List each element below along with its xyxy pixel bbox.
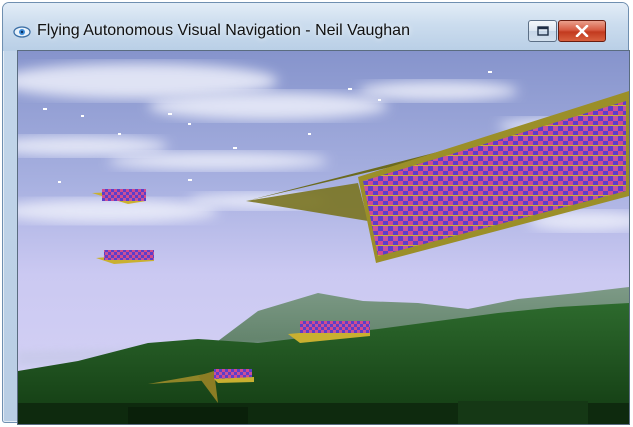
close-button[interactable] [558, 20, 606, 42]
restore-icon [536, 26, 549, 36]
eye-icon[interactable] [13, 25, 31, 39]
window-title: Flying Autonomous Visual Navigation - Ne… [37, 22, 410, 39]
title-bar[interactable]: Flying Autonomous Visual Navigation - Ne… [3, 3, 628, 51]
close-icon [575, 25, 589, 37]
app-window: Flying Autonomous Visual Navigation - Ne… [2, 2, 630, 425]
ground-dark-patch [128, 407, 248, 424]
3d-scene-viewport[interactable] [17, 50, 630, 425]
restore-button[interactable] [528, 20, 557, 42]
ground-dark-patch [458, 401, 588, 424]
